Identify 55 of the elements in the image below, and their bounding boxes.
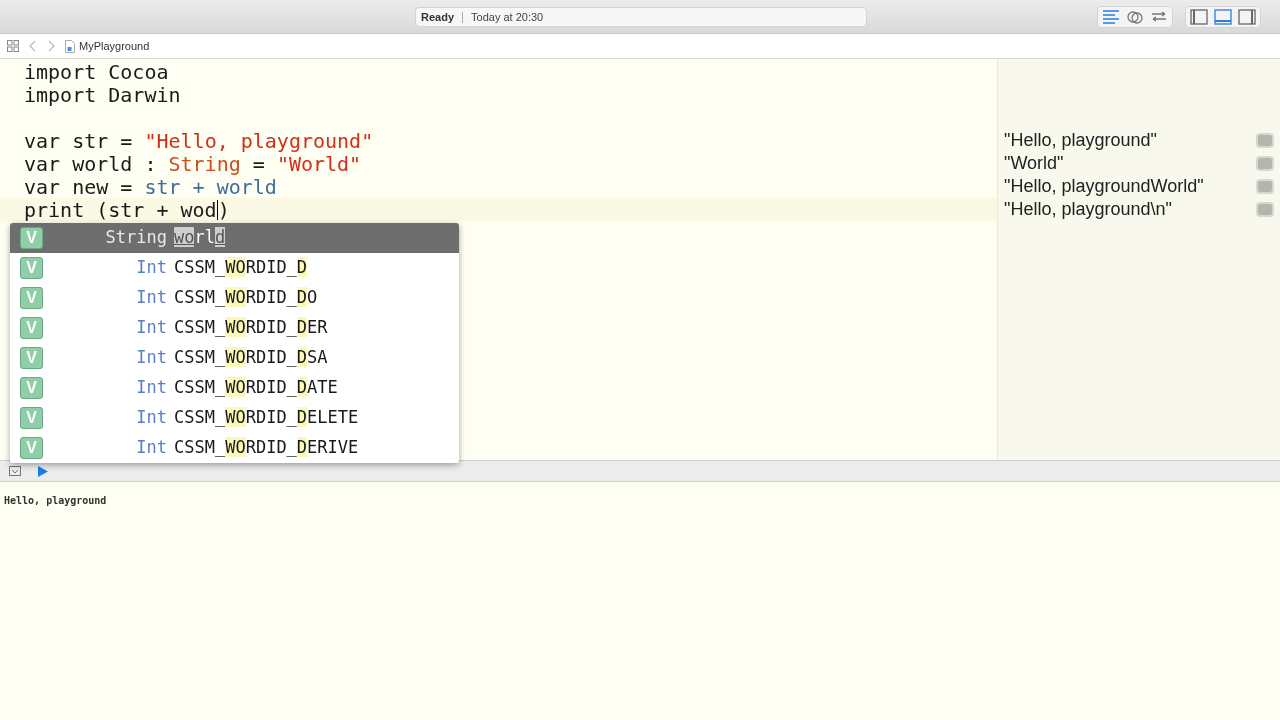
bottom-panel-icon[interactable] [1214, 9, 1232, 25]
editor-lines-icon[interactable] [1102, 9, 1120, 25]
completion-item[interactable]: V Int CSSM_WORDID_DERIVE [10, 433, 459, 463]
grid-icon[interactable] [7, 40, 19, 52]
quick-look-button[interactable] [1256, 133, 1274, 148]
status-text: Ready [421, 9, 455, 25]
variable-badge: V [20, 407, 43, 429]
left-panel-icon[interactable] [1190, 9, 1208, 25]
status-time: Today at 20:30 [471, 9, 544, 25]
completion-type: String [104, 226, 167, 250]
completion-type: Int [135, 406, 167, 430]
completion-item[interactable]: V Int CSSM_WORDID_D [10, 253, 459, 283]
completion-type: Int [135, 256, 167, 280]
back-icon[interactable] [29, 40, 37, 52]
quick-look-button[interactable] [1256, 156, 1274, 171]
completion-type: Int [135, 346, 167, 370]
file-name[interactable]: MyPlayground [79, 37, 150, 55]
forward-icon[interactable] [47, 40, 55, 52]
completion-item[interactable]: V Int CSSM_WORDID_DELETE [10, 403, 459, 433]
variable-badge: V [20, 347, 43, 369]
variable-badge: V [20, 317, 43, 339]
completion-name: world [174, 226, 226, 250]
variable-badge: V [20, 287, 43, 309]
result-value: "Hello, playground\n" [1004, 198, 1172, 221]
completion-item[interactable]: V Int CSSM_WORDID_DO [10, 283, 459, 313]
completion-name: CSSM_WORDID_DSA [174, 346, 328, 370]
quick-look-button[interactable] [1256, 202, 1274, 217]
completion-name: CSSM_WORDID_DERIVE [174, 436, 359, 460]
hide-console-icon[interactable] [9, 466, 21, 476]
completion-item[interactable]: V Int CSSM_WORDID_DATE [10, 373, 459, 403]
completion-name: CSSM_WORDID_D [174, 256, 308, 280]
completion-name: CSSM_WORDID_DELETE [174, 406, 359, 430]
variable-badge: V [20, 377, 43, 399]
result-value: "Hello, playground" [1004, 129, 1157, 152]
completion-type: Int [135, 376, 167, 400]
quick-look-button[interactable] [1256, 179, 1274, 194]
completion-name: CSSM_WORDID_DER [174, 316, 328, 340]
completion-type: Int [135, 286, 167, 310]
result-value: "World" [1004, 152, 1064, 175]
completion-type: Int [135, 436, 167, 460]
result-value: "Hello, playgroundWorld" [1004, 175, 1204, 198]
completion-item[interactable]: V Int CSSM_WORDID_DSA [10, 343, 459, 373]
file-icon [65, 39, 75, 53]
variable-badge: V [20, 437, 43, 459]
play-icon[interactable] [38, 465, 48, 477]
right-panel-icon[interactable] [1238, 9, 1256, 25]
overlapping-circles-icon[interactable] [1126, 9, 1144, 25]
completion-type: Int [135, 316, 167, 340]
completion-name: CSSM_WORDID_DO [174, 286, 318, 310]
variable-badge: V [20, 227, 43, 249]
console-output: Hello, playground [4, 495, 107, 506]
completion-item[interactable]: V String world [10, 223, 459, 253]
completion-name: CSSM_WORDID_DATE [174, 376, 338, 400]
completion-item[interactable]: V Int CSSM_WORDID_DER [10, 313, 459, 343]
variable-badge: V [20, 257, 43, 279]
